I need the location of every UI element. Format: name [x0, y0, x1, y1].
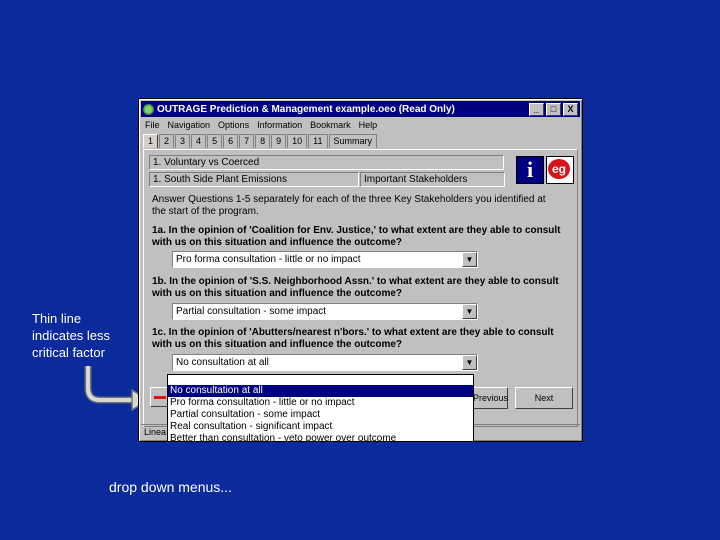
- question-1b-value: Partial consultation - some impact: [176, 306, 327, 317]
- example-icon-label: eg: [548, 159, 570, 179]
- question-1a-select[interactable]: Pro forma consultation - little or no im…: [172, 251, 478, 268]
- tab-10[interactable]: 10: [287, 134, 308, 148]
- tab-6[interactable]: 6: [223, 134, 239, 148]
- menu-options[interactable]: Options: [218, 120, 249, 130]
- minimize-button[interactable]: _: [529, 102, 544, 116]
- tab-8[interactable]: 8: [255, 134, 271, 148]
- menu-help[interactable]: Help: [359, 120, 378, 130]
- menu-file[interactable]: File: [145, 120, 160, 130]
- question-1a-text: 1a. In the opinion of 'Coalition for Env…: [152, 225, 561, 248]
- title-bar: OUTRAGE Prediction & Management example.…: [141, 101, 580, 117]
- question-1c-select[interactable]: No consultation at all ▼: [172, 354, 478, 371]
- question-1b-text: 1b. In the opinion of 'S.S. Neighborhood…: [152, 276, 559, 299]
- next-button[interactable]: Next: [515, 387, 573, 409]
- important-stakeholders-button[interactable]: Important Stakeholders: [360, 172, 505, 187]
- tab-4[interactable]: 4: [191, 134, 207, 148]
- tab-3[interactable]: 3: [175, 134, 191, 148]
- chevron-down-icon[interactable]: ▼: [462, 355, 477, 370]
- subsection-title: 1. South Side Plant Emissions: [149, 172, 359, 187]
- tab-2[interactable]: 2: [159, 134, 175, 148]
- question-1c-text: 1c. In the opinion of 'Abutters/nearest …: [152, 327, 554, 350]
- annotation-text: Thin line indicates less critical factor: [32, 311, 111, 360]
- dropdown-option[interactable]: Better than consultation - veto power ov…: [168, 433, 473, 441]
- close-button[interactable]: X: [563, 102, 578, 116]
- tab-11[interactable]: 11: [308, 134, 328, 148]
- app-icon: [143, 103, 154, 115]
- intro-text: Answer Questions 1-5 separately for each…: [152, 194, 546, 217]
- dropdown-option[interactable]: Pro forma consultation - little or no im…: [168, 397, 473, 409]
- dropdown-option[interactable]: Partial consultation - some impact: [168, 409, 473, 421]
- chevron-down-icon[interactable]: ▼: [462, 304, 477, 319]
- dropdown-list[interactable]: No consultation at all Pro forma consult…: [167, 374, 474, 442]
- chevron-down-icon[interactable]: ▼: [462, 252, 477, 267]
- section-title: 1. Voluntary vs Coerced: [149, 155, 504, 170]
- dropdown-option[interactable]: No consultation at all: [168, 385, 473, 397]
- caption-text: drop down menus...: [109, 479, 232, 495]
- question-1a-value: Pro forma consultation - little or no im…: [176, 254, 361, 265]
- tab-9[interactable]: 9: [271, 134, 287, 148]
- menu-information[interactable]: Information: [257, 120, 302, 130]
- info-icon[interactable]: i: [516, 156, 544, 184]
- window-title: OUTRAGE Prediction & Management example.…: [157, 103, 455, 115]
- tab-1[interactable]: 1: [143, 134, 159, 148]
- dropdown-spacer: [168, 375, 473, 385]
- dropdown-option[interactable]: Real consultation - significant impact: [168, 421, 473, 433]
- thin-line-indicator: [154, 396, 166, 399]
- tab-strip: 1 2 3 4 5 6 7 8 9 10 11 Summary: [143, 134, 378, 148]
- maximize-button[interactable]: □: [546, 102, 561, 116]
- menu-bookmark[interactable]: Bookmark: [310, 120, 351, 130]
- question-1c-value: No consultation at all: [176, 357, 269, 368]
- previous-button[interactable]: Previous: [472, 387, 508, 409]
- tab-summary[interactable]: Summary: [328, 134, 378, 148]
- menu-navigation[interactable]: Navigation: [168, 120, 211, 130]
- example-icon[interactable]: eg: [546, 156, 574, 184]
- tab-7[interactable]: 7: [239, 134, 255, 148]
- menu-bar: File Navigation Options Information Book…: [145, 118, 377, 132]
- question-1b-select[interactable]: Partial consultation - some impact ▼: [172, 303, 478, 320]
- tab-5[interactable]: 5: [207, 134, 223, 148]
